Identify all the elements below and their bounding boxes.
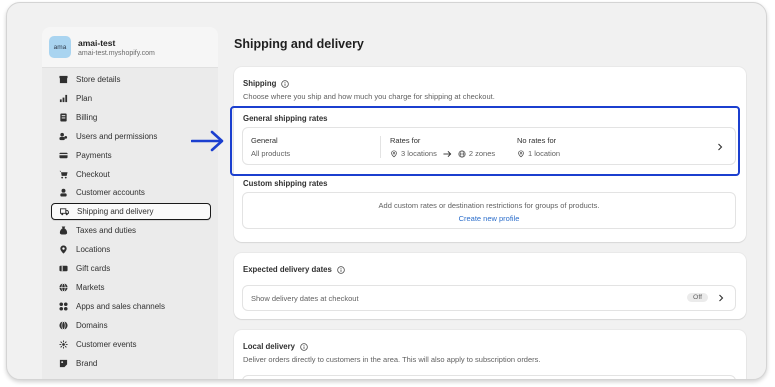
custom-description: Add custom rates or destination restrict… (378, 201, 600, 210)
sidebar-item-label: Customer accounts (76, 188, 145, 198)
shipping-heading-text: Shipping (243, 79, 277, 88)
gift-card-icon (59, 264, 68, 273)
pointer-arrow-icon (191, 130, 224, 152)
sidebar-item-store-details[interactable]: Store details (51, 71, 211, 88)
local-delivery-row[interactable] (242, 375, 736, 379)
sidebar-item-label: Customer events (76, 339, 137, 349)
delivery-dates-row[interactable]: Show delivery dates at checkout Off (242, 285, 736, 311)
tax-icon (59, 226, 68, 235)
status-badge: Off (687, 293, 708, 302)
sidebar-item-gift-cards[interactable]: Gift cards (51, 260, 211, 277)
location-icon (59, 245, 68, 254)
sidebar-item-label: Brand (76, 358, 98, 368)
local-delivery-card: Local delivery Deliver orders directly t… (234, 330, 746, 379)
store-icon (59, 75, 68, 84)
local-heading: Local delivery (243, 342, 296, 351)
cart-icon (59, 170, 68, 179)
payments-icon (59, 151, 68, 160)
apps-icon (59, 302, 68, 311)
sidebar-item-users-and-permissions[interactable]: Users and permissions (51, 128, 211, 145)
store-switcher[interactable]: ama amai-test amai-test.myshopify.com (42, 27, 218, 68)
create-profile-link[interactable]: Create new profile (459, 214, 520, 223)
sidebar-item-label: Store details (76, 75, 121, 84)
shipping-heading: Shipping (243, 79, 495, 88)
local-description: Deliver orders directly to customers in … (243, 355, 541, 364)
sidebar-item-label: Checkout (76, 169, 110, 179)
users-icon (59, 132, 68, 141)
expected-delivery-card: Expected delivery dates Show delivery da… (234, 253, 746, 319)
sidebar-item-shipping-and-delivery[interactable]: Shipping and delivery (51, 203, 211, 221)
sidebar-item-taxes-and-duties[interactable]: Taxes and duties (51, 222, 211, 239)
sidebar-item-label: Payments (76, 150, 112, 160)
sidebar-item-payments[interactable]: Payments (51, 147, 211, 164)
sidebar-item-domains[interactable]: Domains (51, 317, 211, 334)
settings-sidebar: ama amai-test amai-test.myshopify.com St… (42, 27, 218, 379)
events-icon (59, 340, 68, 349)
globe-icon (59, 283, 68, 292)
info-icon[interactable] (300, 342, 308, 351)
domains-icon (59, 320, 68, 330)
custom-rates-empty: Add custom rates or destination restrict… (242, 192, 736, 229)
highlight-box (230, 106, 740, 176)
sidebar-item-label: Gift cards (76, 264, 111, 273)
person-icon (59, 188, 68, 197)
sidebar-item-customer-accounts[interactable]: Customer accounts (51, 184, 211, 201)
brand-icon (59, 359, 68, 368)
info-icon[interactable] (337, 265, 345, 274)
chevron-right-icon[interactable] (717, 294, 725, 302)
page-title: Shipping and delivery (234, 37, 364, 51)
expected-heading: Expected delivery dates (243, 265, 332, 274)
custom-rates-title: Custom shipping rates (243, 179, 328, 188)
sidebar-item-plan[interactable]: Plan (51, 90, 211, 107)
sidebar-item-billing[interactable]: Billing (51, 109, 211, 126)
plan-icon (59, 94, 68, 103)
store-domain: amai-test.myshopify.com (78, 49, 155, 57)
app-window: ama amai-test amai-test.myshopify.com St… (6, 2, 767, 380)
sidebar-item-checkout[interactable]: Checkout (51, 166, 211, 183)
info-icon[interactable] (281, 79, 290, 88)
sidebar-item-label: Users and permissions (76, 131, 158, 141)
sidebar-item-markets[interactable]: Markets (51, 279, 211, 296)
sidebar-item-label: Plan (76, 93, 93, 103)
sidebar-item-customer-events[interactable]: Customer events (51, 336, 211, 353)
delivery-dates-label: Show delivery dates at checkout (251, 293, 359, 303)
sidebar-item-label: Billing (76, 112, 98, 122)
store-avatar: ama (49, 36, 71, 58)
sidebar-item-label: Domains (76, 320, 108, 330)
sidebar-item-label: Shipping and delivery (77, 207, 154, 217)
billing-icon (59, 113, 68, 122)
sidebar-item-brand[interactable]: Brand (51, 355, 211, 372)
sidebar-item-label: Taxes and duties (76, 226, 137, 236)
sidebar-item-apps-and-sales-channels[interactable]: Apps and sales channels (51, 298, 211, 315)
sidebar-item-label: Markets (76, 282, 105, 292)
shipping-description: Choose where you ship and how much you c… (243, 92, 495, 101)
store-name: amai-test (78, 37, 116, 48)
truck-icon (60, 207, 69, 216)
sidebar-item-locations[interactable]: Locations (51, 241, 211, 258)
sidebar-item-label: Locations (76, 245, 111, 255)
sidebar-item-label: Apps and sales channels (76, 301, 165, 311)
